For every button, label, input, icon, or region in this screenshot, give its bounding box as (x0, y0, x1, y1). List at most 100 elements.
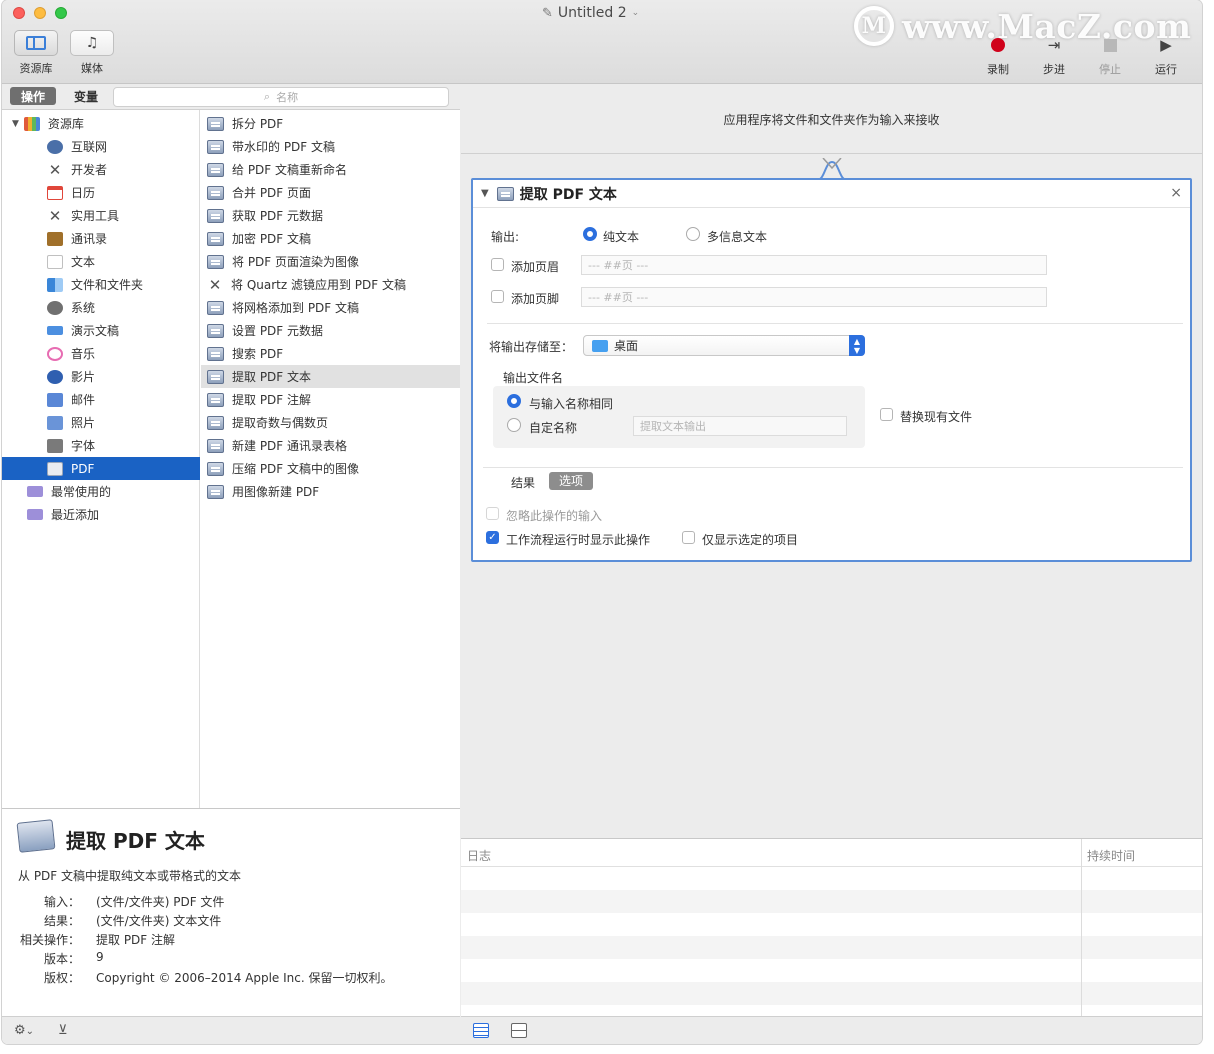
variables-tab[interactable]: 变量 (64, 87, 108, 105)
library-search-field[interactable]: ⌕ 名称 (113, 87, 449, 107)
action-row[interactable]: 带水印的 PDF 文稿 (201, 135, 460, 158)
action-row[interactable]: 新建 PDF 通讯录表格 (201, 434, 460, 457)
action-row[interactable]: 设置 PDF 元数据 (201, 319, 460, 342)
action-row[interactable]: 加密 PDF 文稿 (201, 227, 460, 250)
log-column-header[interactable]: 日志 (467, 847, 491, 864)
pdf-icon (207, 185, 224, 200)
category-row-library[interactable]: ▼ 资源库 (2, 112, 200, 135)
library-toolbar-button[interactable]: 资源库 (14, 30, 58, 76)
category-row-internet[interactable]: 互联网 (2, 135, 200, 158)
action-row[interactable]: 将 PDF 页面渲染为图像 (201, 250, 460, 273)
custom-name-radio[interactable] (507, 418, 521, 432)
action-row[interactable]: 给 PDF 文稿重新命名 (201, 158, 460, 181)
save-location-value: 桌面 (614, 339, 639, 353)
stop-button[interactable]: 停止 (1082, 34, 1138, 77)
gear-icon[interactable]: ⚙⌄ (14, 1023, 34, 1038)
action-row[interactable]: 搜索 PDF (201, 342, 460, 365)
run-button[interactable]: ▶ 运行 (1138, 34, 1194, 77)
folder-smart-icon (27, 509, 43, 520)
options-button[interactable]: 选项 (549, 472, 593, 490)
action-description-pane: 提取 PDF 文本 从 PDF 文稿中提取纯文本或带格式的文本 输入： (文件/… (2, 808, 460, 1016)
toggle-description-icon[interactable]: ⊻ (58, 1023, 68, 1038)
action-row[interactable]: 压缩 PDF 文稿中的图像 (201, 457, 460, 480)
category-row-recently-added[interactable]: 最近添加 (2, 503, 200, 526)
record-button[interactable]: 录制 (970, 34, 1026, 77)
category-row-photos[interactable]: 照片 (2, 411, 200, 434)
action-label: 给 PDF 文稿重新命名 (232, 163, 348, 177)
result-label: 结果： (43, 914, 80, 928)
zoom-window-button[interactable] (55, 7, 67, 19)
log-row (461, 913, 1202, 936)
action-card-title: 提取 PDF 文本 (519, 186, 617, 203)
workflow-canvas[interactable]: ▼ 提取 PDF 文本 × 输出: 纯文本 多信息文本 添加页眉 --- ##页… (461, 154, 1202, 838)
category-row-calendar[interactable]: 日历 (2, 181, 200, 204)
category-label: 互联网 (71, 140, 108, 154)
log-view-icon[interactable] (473, 1023, 489, 1038)
add-footer-checkbox[interactable] (491, 290, 504, 303)
category-row-developer[interactable]: ✕ 开发者 (2, 158, 200, 181)
category-row-movies[interactable]: 影片 (2, 365, 200, 388)
add-header-checkbox[interactable] (491, 258, 504, 271)
replace-existing-checkbox[interactable] (880, 408, 893, 421)
action-row[interactable]: 拆分 PDF (201, 112, 460, 135)
header-text-field[interactable]: --- ##页 --- (581, 255, 1047, 275)
category-label: PDF (71, 461, 95, 476)
category-row-contacts[interactable]: 通讯录 (2, 227, 200, 250)
results-label[interactable]: 结果 (511, 474, 535, 491)
log-row (461, 936, 1202, 959)
related-value[interactable]: 提取 PDF 注解 (96, 931, 175, 948)
actions-tab[interactable]: 操作 (10, 87, 56, 105)
duration-column-header[interactable]: 持续时间 (1087, 847, 1135, 864)
variables-view-icon[interactable] (511, 1023, 527, 1038)
window-title[interactable]: ✎ Untitled 2 ⌄ (542, 5, 639, 21)
show-when-run-checkbox[interactable]: ✓ (486, 531, 499, 544)
category-row-fonts[interactable]: 字体 (2, 434, 200, 457)
output-label: 输出: (491, 230, 520, 244)
category-row-files-folders[interactable]: 文件和文件夹 (2, 273, 200, 296)
category-row-text[interactable]: 文本 (2, 250, 200, 273)
action-label: 将网格添加到 PDF 文稿 (232, 301, 360, 315)
action-row[interactable]: 将网格添加到 PDF 文稿 (201, 296, 460, 319)
close-window-button[interactable] (13, 7, 25, 19)
pdf-icon (207, 300, 224, 315)
category-row-system[interactable]: 系统 (2, 296, 200, 319)
action-row[interactable]: 提取奇数与偶数页 (201, 411, 460, 434)
search-icon: ⌕ (263, 90, 271, 103)
rich-text-radio[interactable] (686, 227, 700, 241)
action-row[interactable]: 合并 PDF 页面 (201, 181, 460, 204)
custom-name-field[interactable]: 提取文本输出 (633, 416, 847, 436)
category-row-music[interactable]: 音乐 (2, 342, 200, 365)
save-location-popup[interactable]: 桌面 ▲ ▼ (583, 335, 865, 356)
disclosure-triangle-icon[interactable]: ▼ (12, 119, 19, 129)
action-card[interactable]: ▼ 提取 PDF 文本 × 输出: 纯文本 多信息文本 添加页眉 --- ##页… (471, 178, 1192, 562)
action-row[interactable]: 用图像新建 PDF (201, 480, 460, 503)
window-title-text: Untitled 2 (557, 5, 627, 21)
step-button[interactable]: ⇥ 步进 (1026, 34, 1082, 77)
result-value: (文件/文件夹) 文本文件 (96, 914, 222, 928)
category-row-presentations[interactable]: 演示文稿 (2, 319, 200, 342)
action-row-selected[interactable]: 提取 PDF 文本 (201, 365, 460, 388)
minimize-window-button[interactable] (34, 7, 46, 19)
plain-text-radio[interactable] (583, 227, 597, 241)
category-row-pdf[interactable]: PDF (2, 457, 200, 480)
collapse-triangle-icon[interactable]: ▼ (481, 188, 489, 199)
category-row-most-used[interactable]: 最常使用的 (2, 480, 200, 503)
category-label: 文件和文件夹 (71, 278, 144, 292)
action-row[interactable]: ✕ 将 Quartz 滤镜应用到 PDF 文稿 (201, 273, 460, 296)
library-pane: 操作 变量 ⌕ 名称 ▼ 资源库 互联网 ✕ 开发者 日历 ✕ 实用工具 通讯录 文… (2, 84, 460, 1044)
action-row[interactable]: 提取 PDF 注解 (201, 388, 460, 411)
action-label: 获取 PDF 元数据 (232, 209, 324, 223)
close-icon[interactable]: × (1170, 185, 1182, 201)
record-icon (991, 38, 1005, 52)
category-row-utilities[interactable]: ✕ 实用工具 (2, 204, 200, 227)
action-row[interactable]: 获取 PDF 元数据 (201, 204, 460, 227)
category-label: 邮件 (71, 393, 96, 407)
category-row-mail[interactable]: 邮件 (2, 388, 200, 411)
ignore-input-checkbox[interactable] (486, 507, 499, 520)
media-toolbar-button[interactable]: ♫ 媒体 (70, 30, 114, 76)
pdf-icon (207, 323, 224, 338)
pdf-icon (207, 369, 224, 384)
footer-text-field[interactable]: --- ##页 --- (581, 287, 1047, 307)
show-selected-checkbox[interactable] (682, 531, 695, 544)
same-as-input-radio[interactable] (507, 394, 521, 408)
